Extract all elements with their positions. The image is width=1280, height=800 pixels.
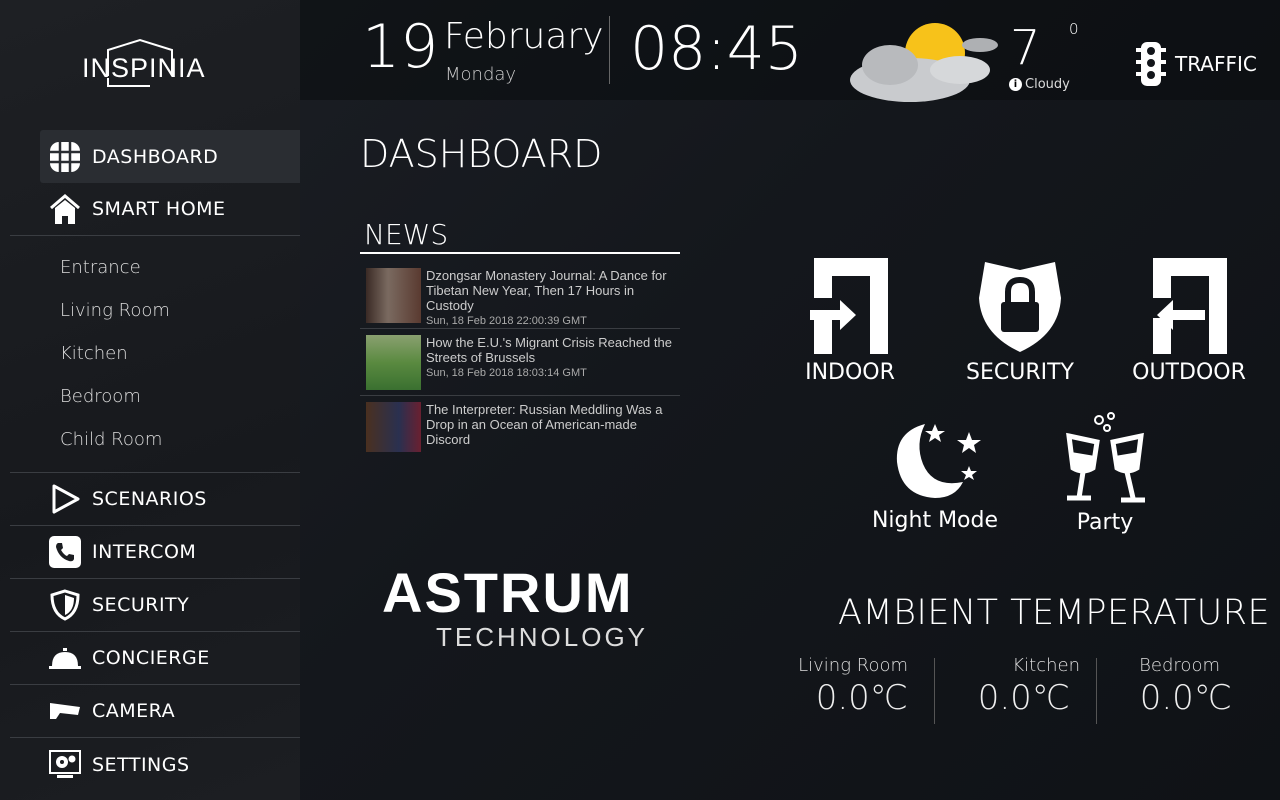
control-label: Night Mode [871,508,999,533]
ambient-living-room: Living Room 0.0℃ [748,655,908,718]
room-name: Kitchen [1012,655,1080,676]
nav-security[interactable]: SECURITY [10,579,300,632]
date-weekday: Monday [445,64,517,85]
security-mode-button[interactable]: SECURITY [960,258,1080,385]
info-icon[interactable]: i [1009,78,1022,91]
news-list[interactable]: Dzongsar Monastery Journal: A Dance for … [360,262,680,452]
control-label: INDOOR [805,360,895,385]
door-enter-icon [810,258,888,354]
night-mode-button[interactable]: Night Mode [870,418,1000,533]
house-icon [48,192,82,226]
news-underline [360,252,680,254]
news-thumbnail [366,402,421,452]
news-item-date: Sun, 18 Feb 2018 18:03:14 GMT [426,367,587,379]
date-month: February [444,16,604,57]
ambient-title: AMBIENT TEMPERATURE [838,593,1271,633]
room-entrance[interactable]: Entrance [60,257,141,278]
nav-concierge[interactable]: CONCIERGE [10,632,300,685]
nav-intercom[interactable]: INTERCOM [10,526,300,579]
room-temp: 0.0℃ [815,678,908,718]
play-icon [48,482,82,516]
party-button[interactable]: Party [1045,412,1165,535]
nav-label: SECURITY [92,594,190,616]
main-content: 19 February Monday 08:45 7 0 i Cloudy TR… [300,0,1280,800]
astrum-logo: ASTRUM [382,561,634,624]
top-bar: 19 February Monday 08:45 7 0 i Cloudy TR… [300,0,1280,102]
room-name: Living Room [798,655,908,676]
control-label: OUTDOOR [1132,360,1246,385]
phone-icon [48,535,82,569]
news-item-title: Dzongsar Monastery Journal: A Dance for … [426,268,667,313]
nav-smart-home[interactable]: SMART HOME [10,183,300,236]
nav-label: CONCIERGE [92,647,210,669]
grid-icon [48,140,82,174]
room-name: Bedroom [1139,655,1220,676]
settings-icon [48,748,82,782]
nav-label: INTERCOM [92,541,197,563]
room-bedroom[interactable]: Bedroom [60,386,141,407]
moon-stars-icon [896,424,981,498]
news-thumbnail [366,335,421,390]
logo-text: INSPINIA [82,53,206,83]
weather-condition: Cloudy [1025,77,1070,92]
nav-label: SETTINGS [92,753,190,776]
divider [609,16,610,84]
nav-label: DASHBOARD [92,145,219,168]
news-item-title: The Interpreter: Russian Meddling Was a … [426,402,663,447]
nav-label: SMART HOME [92,198,226,220]
traffic-light-icon[interactable] [1136,42,1166,88]
indoor-button[interactable]: INDOOR [800,258,900,385]
nav-label: CAMERA [92,700,176,722]
sidebar: INSPINIA DASHBOARD SMART HOME Entrance L… [0,0,300,800]
nav-dashboard[interactable]: DASHBOARD [40,130,300,183]
nav-camera[interactable]: CAMERA [10,685,300,738]
inspinia-logo[interactable]: INSPINIA [80,38,222,90]
clock: 08:45 [630,14,803,84]
page-title: DASHBOARD [360,132,603,176]
shield-lock-icon [979,262,1061,352]
weather-unit: 0 [1069,20,1079,38]
service-bell-icon [48,641,82,675]
news-item-title: How the E.U.'s Migrant Crisis Reached th… [426,335,672,365]
shield-icon [48,588,82,622]
nav-settings[interactable]: SETTINGS [10,738,300,791]
room-kitchen[interactable]: Kitchen [60,343,128,364]
ambient-bedroom: Bedroom 0.0℃ [1072,655,1232,718]
nav-label: SCENARIOS [92,488,207,510]
control-label: Party [1076,510,1134,535]
news-item[interactable]: Dzongsar Monastery Journal: A Dance for … [360,262,680,329]
traffic-button[interactable]: TRAFFIC [1175,52,1257,76]
news-title: NEWS [364,218,449,251]
camera-icon [48,694,82,728]
control-label: SECURITY [966,360,1074,385]
door-exit-icon [1153,258,1227,354]
news-item[interactable]: How the E.U.'s Migrant Crisis Reached th… [360,329,680,396]
room-living-room[interactable]: Living Room [60,300,170,321]
astrum-logo-sub: TECHNOLOGY [436,622,649,652]
date-day: 19 [362,12,439,82]
ambient-kitchen: Kitchen 0.0℃ [910,655,1080,718]
news-item[interactable]: The Interpreter: Russian Meddling Was a … [360,396,680,452]
partly-cloudy-icon [850,23,998,102]
room-temp: 0.0℃ [977,678,1070,718]
news-thumbnail [366,268,421,323]
champagne-glasses-icon [1066,412,1145,503]
weather-temp: 7 [1010,20,1041,76]
outdoor-button[interactable]: OUTDOOR [1130,258,1248,385]
room-temp: 0.0℃ [1139,678,1232,718]
nav-scenarios[interactable]: SCENARIOS [10,473,300,526]
news-item-date: Sun, 18 Feb 2018 22:00:39 GMT [426,315,587,327]
room-child-room[interactable]: Child Room [60,429,162,450]
